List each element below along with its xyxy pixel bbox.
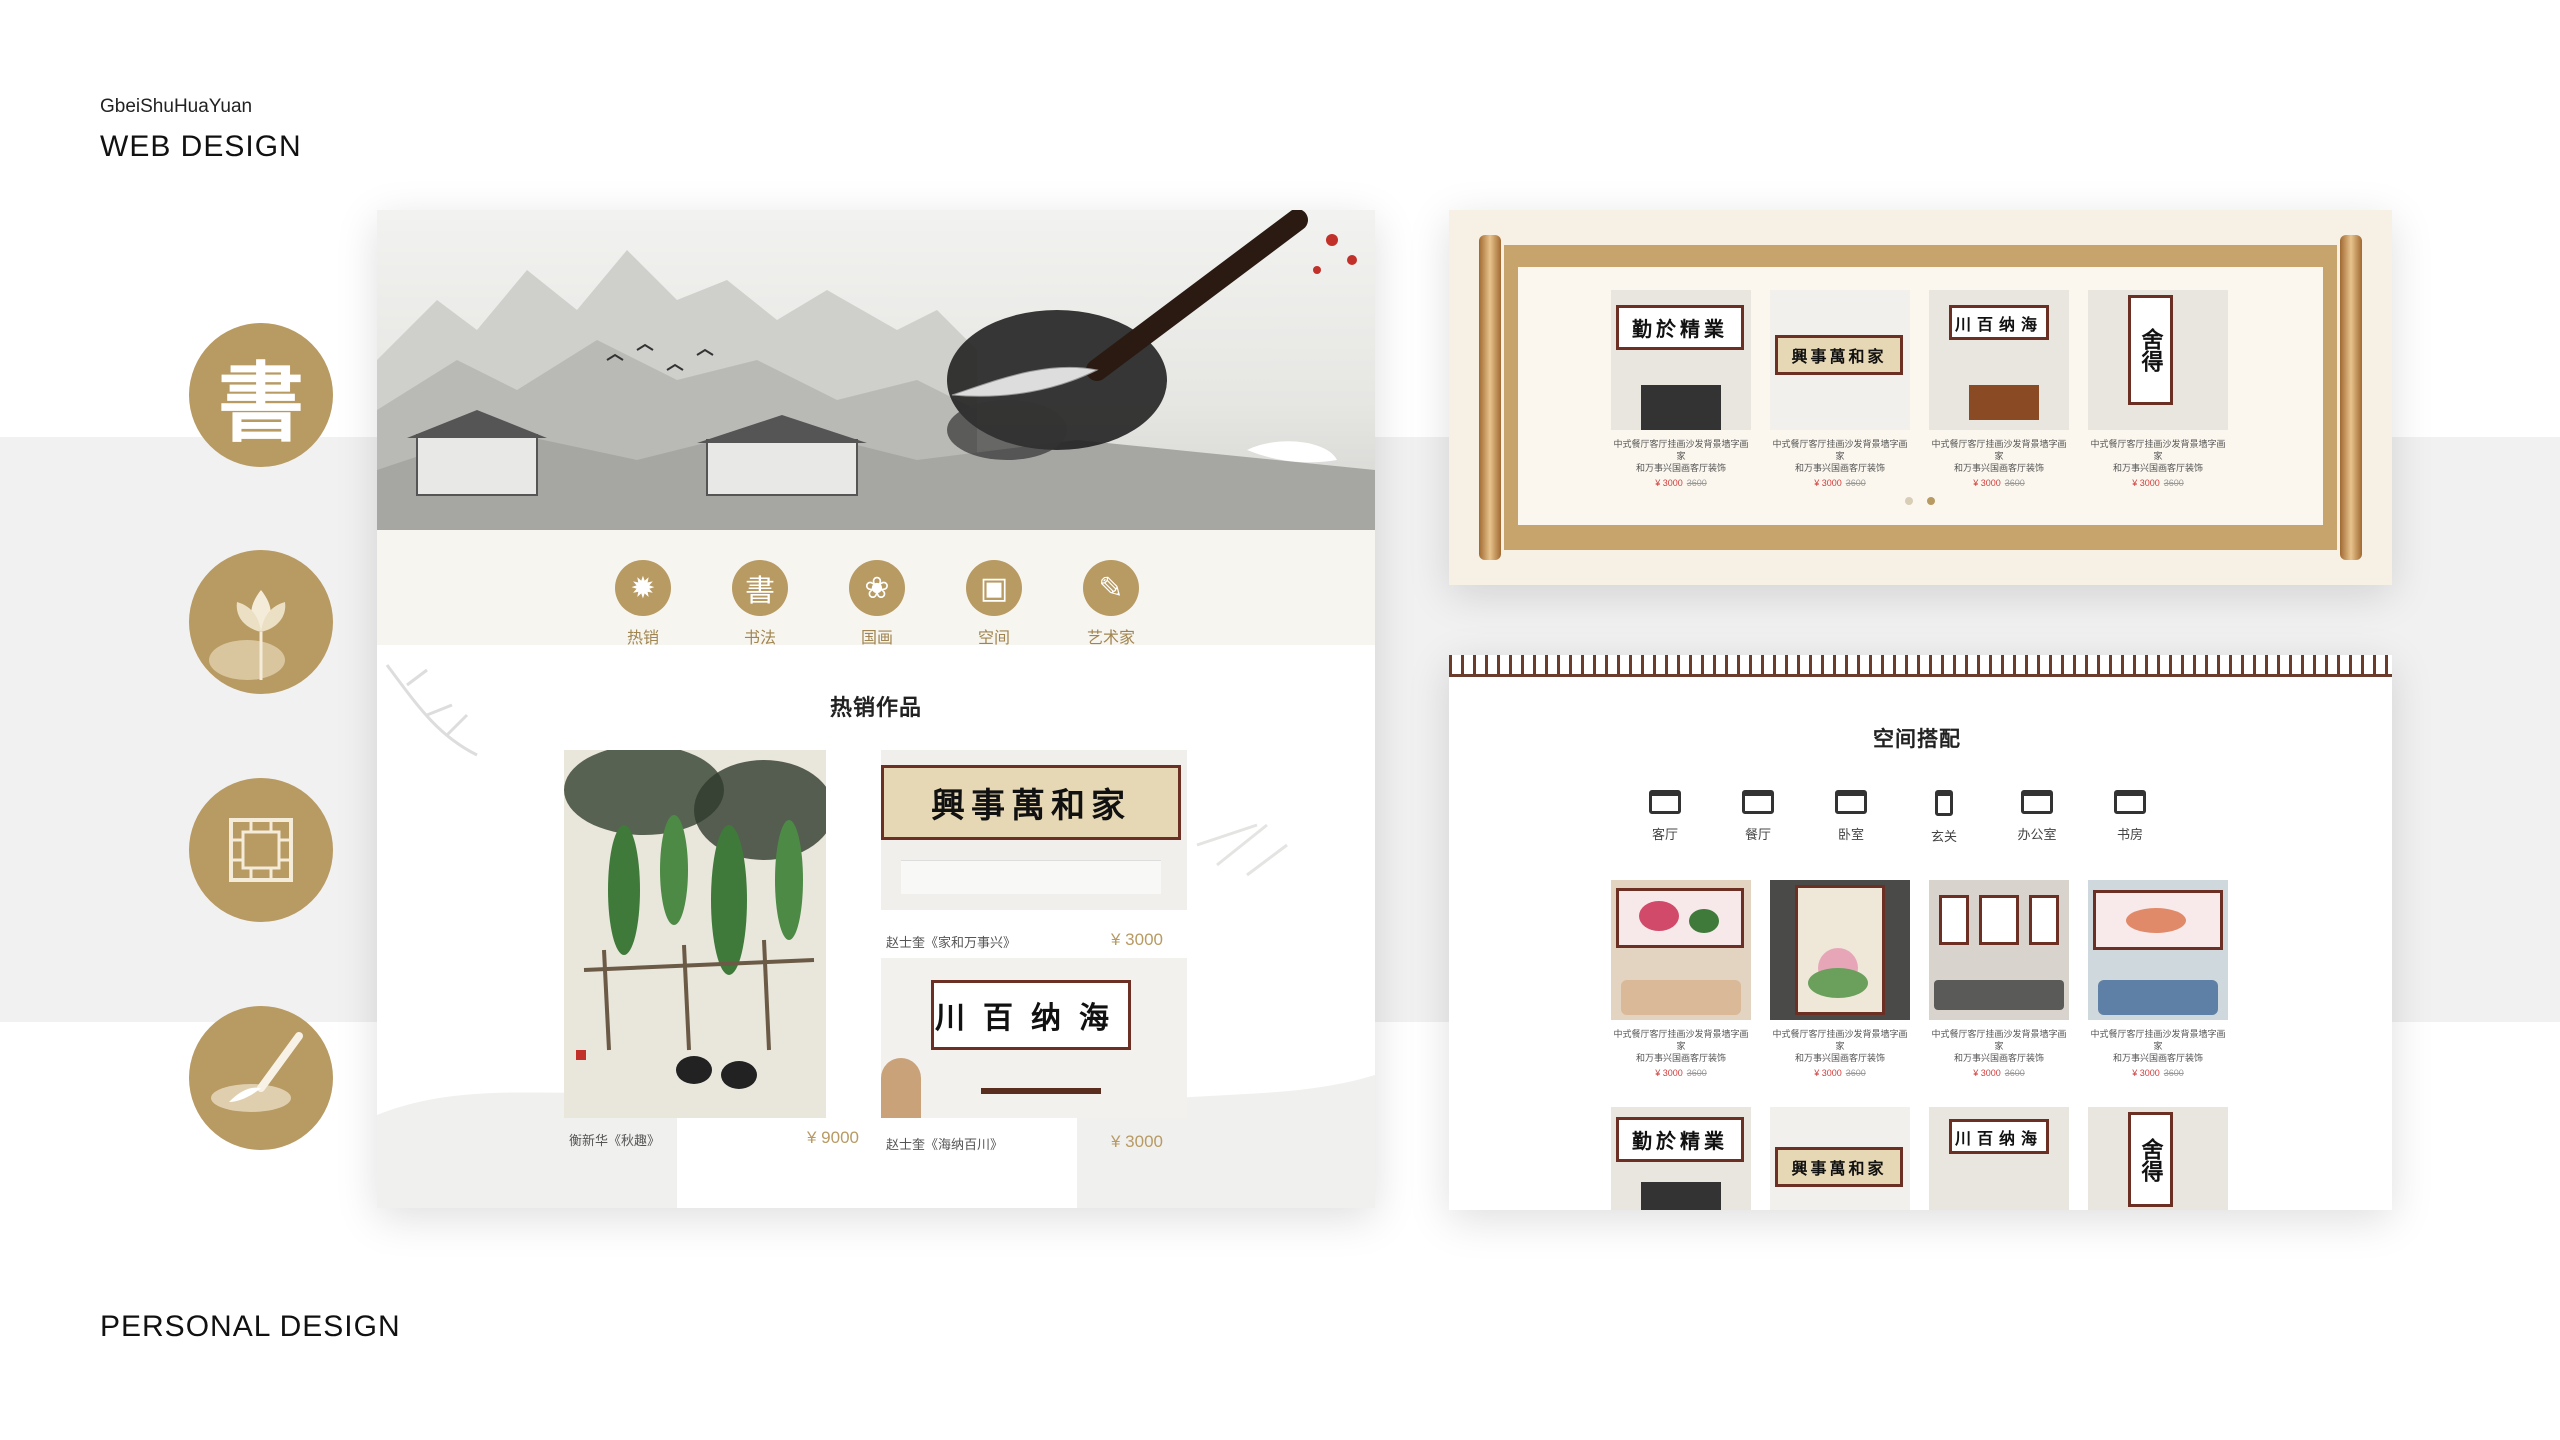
product-card[interactable]: 興事萬和家 中式餐厅客厅挂画沙发背景墙字画家 和万事兴国画客厅装饰 ¥ 3000 3… xyxy=(1770,290,1910,488)
space-matching-mockup: 空间搭配 客厅 餐厅 卧室 玄关 办公室 书房 中式餐厅客厅挂画沙发背景墙字画家… xyxy=(1449,655,2392,1210)
product-price: ¥ 3000 3600 xyxy=(1655,1068,1707,1078)
product-card[interactable]: 中式餐厅客厅挂画沙发背景墙字画家 和万事兴国画客厅装饰 ¥ 3000 3600 xyxy=(1611,880,1751,1078)
work-image-harmony[interactable]: 興事萬和家 xyxy=(881,750,1187,910)
work-caption: 赵士奎《海纳百川》 xyxy=(886,1137,1004,1152)
product-card[interactable]: 舍得 xyxy=(2088,1107,2228,1210)
product-price: ¥ 3000 3600 xyxy=(1655,478,1707,488)
product-price: ¥ 3000 3600 xyxy=(2132,478,2184,488)
scroll-carousel-mockup: 勤於精業 中式餐厅客厅挂画沙发背景墙字画家 和万事兴国画客厅装饰 ¥ 3000 36… xyxy=(1449,210,2392,585)
hot-works-section xyxy=(377,645,1375,1208)
carousel-dot-active[interactable] xyxy=(1927,497,1935,505)
sofa-icon xyxy=(1649,790,1681,814)
product-title: 中式餐厅客厅挂画沙发背景墙字画家 和万事兴国画客厅装饰 xyxy=(1613,1029,1749,1063)
product-card[interactable]: 中式餐厅客厅挂画沙发背景墙字画家 和万事兴国画客厅装饰 ¥ 3000 3600 xyxy=(1929,880,2069,1078)
product-title: 中式餐厅客厅挂画沙发背景墙字画家 和万事兴国画客厅装饰 xyxy=(2090,1029,2226,1063)
product-title: 中式餐厅客厅挂画沙发背景墙字画家 和万事兴国画客厅装饰 xyxy=(1931,439,2067,473)
window-icon: ▣ xyxy=(966,560,1022,616)
product-price: ¥ 3000 3600 xyxy=(1973,1068,2025,1078)
study-icon xyxy=(2114,790,2146,814)
product-price: ¥ 3000 3600 xyxy=(1973,478,2025,488)
product-title: 中式餐厅客厅挂画沙发背景墙字画家 和万事兴国画客厅装饰 xyxy=(1931,1029,2067,1063)
carousel-dot[interactable] xyxy=(1905,497,1913,505)
nav-item-hot[interactable]: ✹ 热销 xyxy=(598,560,688,648)
product-price: ¥ 3000 3600 xyxy=(2132,1068,2184,1078)
scroll-rod-right xyxy=(2340,235,2362,560)
work-image-autumn[interactable] xyxy=(564,750,826,1118)
work-price: ¥ 3000 xyxy=(1111,930,1163,949)
work-price: ¥ 9000 xyxy=(807,1128,859,1147)
bed-icon xyxy=(1835,790,1867,814)
ink-landscape-banner xyxy=(377,210,1375,530)
product-card[interactable]: 川百纳海 中式餐厅客厅挂画沙发背景墙字画家 和万事兴国画客厅装饰 ¥ 3000 36… xyxy=(1929,290,2069,488)
product-card[interactable]: 舍得 中式餐厅客厅挂画沙发背景墙字画家 和万事兴国画客厅装饰 ¥ 3000 3600 xyxy=(2088,290,2228,488)
work-price: ¥ 3000 xyxy=(1111,1132,1163,1151)
product-title: 中式餐厅客厅挂画沙发背景墙字画家 和万事兴国画客厅装饰 xyxy=(2090,439,2226,473)
nav-item-painting[interactable]: ❀ 国画 xyxy=(832,560,922,648)
product-card[interactable]: 中式餐厅客厅挂画沙发背景墙字画家 和万事兴国画客厅装饰 ¥ 3000 3600 xyxy=(1770,880,1910,1078)
room-tab-office[interactable]: 办公室 xyxy=(2007,790,2067,843)
homepage-mockup: ✹ 热销 書 书法 ❀ 国画 ▣ 空间 ✎ 艺术家 热销作品 衡新华《秋趣》 ¥… xyxy=(377,210,1375,1208)
product-card[interactable]: 中式餐厅客厅挂画沙发背景墙字画家 和万事兴国画客厅装饰 ¥ 3000 3600 xyxy=(2088,880,2228,1078)
work-image-ocean[interactable]: 川百纳海 xyxy=(881,958,1187,1118)
brush-icon: ✎ xyxy=(1083,560,1139,616)
nav-item-space[interactable]: ▣ 空间 xyxy=(949,560,1039,648)
nav-item-artist[interactable]: ✎ 艺术家 xyxy=(1066,560,1156,648)
lattice-border xyxy=(1449,655,2392,677)
desk-icon xyxy=(2021,790,2053,814)
lotus-icon xyxy=(189,550,333,694)
scroll-rod-left xyxy=(1479,235,1501,560)
room-tab-living[interactable]: 客厅 xyxy=(1635,790,1695,843)
nav-item-calligraphy[interactable]: 書 书法 xyxy=(715,560,805,648)
lotus-icon: ❀ xyxy=(849,560,905,616)
calligraphy-icon: 書 xyxy=(732,560,788,616)
brand-title: WEB DESIGN xyxy=(100,130,302,163)
product-title: 中式餐厅客厅挂画沙发背景墙字画家 和万事兴国画客厅装饰 xyxy=(1613,439,1749,473)
work-caption: 衡新华《秋趣》 xyxy=(569,1133,661,1148)
product-price: ¥ 3000 3600 xyxy=(1814,1068,1866,1078)
product-card[interactable]: 勤於精業 中式餐厅客厅挂画沙发背景墙字画家 和万事兴国画客厅装饰 ¥ 3000 36… xyxy=(1611,290,1751,488)
room-tab-study[interactable]: 书房 xyxy=(2100,790,2160,843)
room-tab-dining[interactable]: 餐厅 xyxy=(1728,790,1788,843)
product-card[interactable]: 川百纳海 xyxy=(1929,1107,2069,1210)
brush-icon xyxy=(189,1006,333,1150)
product-price: ¥ 3000 3600 xyxy=(1814,478,1866,488)
footer-title: PERSONAL DESIGN xyxy=(100,1310,401,1343)
fire-icon: ✹ xyxy=(615,560,671,616)
product-card[interactable]: 興事萬和家 xyxy=(1770,1107,1910,1210)
product-title: 中式餐厅客厅挂画沙发背景墙字画家 和万事兴国画客厅装饰 xyxy=(1772,1029,1908,1063)
room-tab-entry[interactable]: 玄关 xyxy=(1914,790,1974,845)
hot-works-title: 热销作品 xyxy=(830,695,923,720)
window-lattice-icon xyxy=(189,778,333,922)
work-caption: 赵士奎《家和万事兴》 xyxy=(886,935,1017,950)
space-title: 空间搭配 xyxy=(1873,728,1961,751)
room-tab-bedroom[interactable]: 卧室 xyxy=(1821,790,1881,843)
product-title: 中式餐厅客厅挂画沙发背景墙字画家 和万事兴国画客厅装饰 xyxy=(1772,439,1908,473)
door-icon xyxy=(1935,790,1953,816)
brand-subtitle: GbeiShuHuaYuan xyxy=(100,96,253,117)
product-card[interactable]: 勤於精業 xyxy=(1611,1107,1751,1210)
calligraphy-char-icon: 書 xyxy=(189,323,333,467)
dining-icon xyxy=(1742,790,1774,814)
